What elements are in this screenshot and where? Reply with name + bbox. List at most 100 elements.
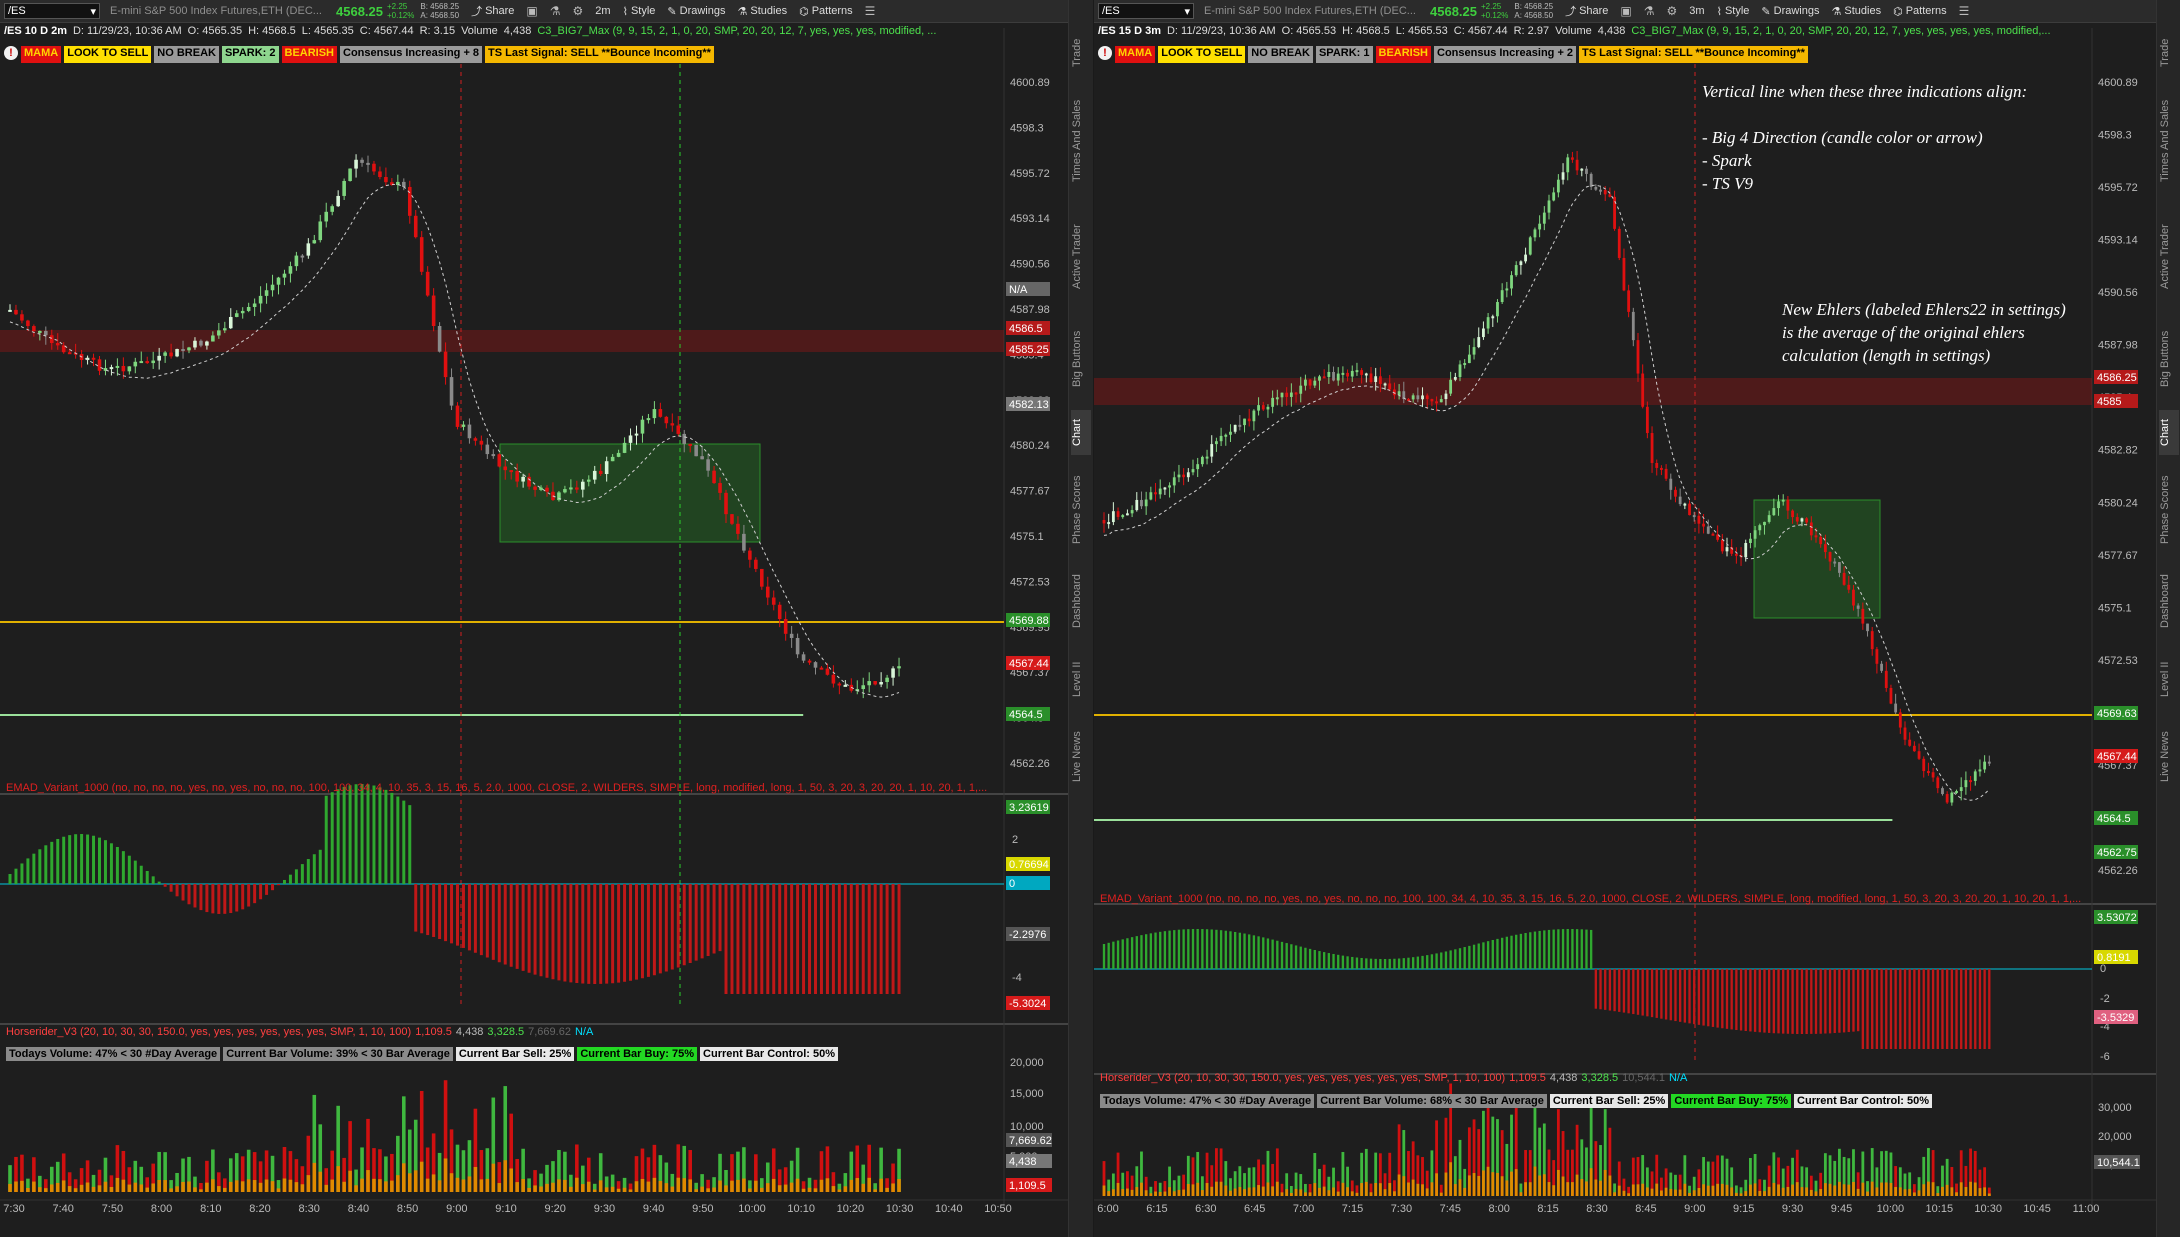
side-tab-level-ii[interactable]: Level II (2159, 646, 2179, 712)
candle-body (1688, 503, 1691, 516)
candle-body (199, 340, 203, 346)
volume-bar-base (1500, 1176, 1504, 1196)
volume-bar-base (1294, 1188, 1298, 1196)
volume-bar-base (1528, 1182, 1532, 1196)
price-tick-label: 4600.89 (1010, 77, 1050, 89)
bar-buy-label: Current Bar Buy: 75% (577, 1047, 698, 1061)
candle-body (1439, 399, 1443, 403)
candle-body (736, 523, 740, 534)
volume-bar-base (1439, 1192, 1443, 1196)
left-chart-pane[interactable]: /ES ▾ E-mini S&P 500 Index Futures,ETH (D… (0, 0, 1068, 1237)
candle-body (867, 681, 871, 686)
right-chart-pane[interactable]: /ES ▾ E-mini S&P 500 Index Futures,ETH (D… (1094, 0, 2156, 1237)
candle-body (1969, 780, 1972, 783)
candle-body (1304, 379, 1307, 386)
candle-body (479, 440, 484, 445)
emad-tag-label: 0 (1009, 878, 1015, 890)
side-tab-trade[interactable]: Trade (1071, 30, 1091, 75)
volume-bar-base (103, 1181, 108, 1192)
volume-bar-base (551, 1182, 555, 1192)
candle-body (1641, 373, 1645, 407)
volume-bar-base (1575, 1174, 1579, 1196)
side-tab-live-news[interactable]: Live News (1071, 720, 1091, 793)
volume-bar-base (1931, 1182, 1935, 1196)
volume-bar-base (712, 1187, 716, 1192)
candle-body (1669, 478, 1673, 490)
time-tick-label: 7:00 (1293, 1203, 1314, 1215)
volume-bar-base (1505, 1180, 1509, 1196)
candle-body (688, 443, 692, 446)
volume-bar-base (1978, 1188, 1982, 1196)
candle-body (109, 367, 114, 370)
emad-tag-label: 3.53072 (2097, 912, 2137, 924)
candle-body (38, 330, 42, 333)
side-tab-times-and-sales[interactable]: Times And Sales (1071, 83, 1091, 198)
candle-body (1186, 472, 1190, 478)
candle-body (258, 295, 263, 304)
volume-bar-base (1936, 1193, 1940, 1196)
candle-body (664, 416, 669, 424)
emad-tick-label: 0 (2100, 963, 2106, 975)
side-tab-big-buttons[interactable]: Big Buttons (2159, 315, 2179, 402)
volume-bar-base (55, 1182, 60, 1192)
side-tab-times-and-sales[interactable]: Times And Sales (2159, 83, 2179, 198)
side-tab-level-ii[interactable]: Level II (1071, 646, 1091, 712)
volume-bar-base (795, 1178, 800, 1192)
candle-body (1819, 536, 1823, 545)
time-tick-label: 10:30 (1974, 1203, 2002, 1215)
candle-body (55, 343, 60, 346)
candle-body (1556, 179, 1560, 193)
candle-body (1322, 376, 1326, 379)
volume-bar-base (8, 1183, 12, 1192)
side-tab-chart[interactable]: Chart (2159, 410, 2179, 455)
volume-bar-base (539, 1186, 543, 1192)
volume-bar-base (1275, 1181, 1279, 1196)
candle-body (646, 418, 651, 421)
side-tab-live-news[interactable]: Live News (2159, 720, 2179, 793)
volume-bar-base (1674, 1189, 1677, 1196)
volume-bar-base (1955, 1192, 1958, 1196)
side-tab-chart[interactable]: Chart (1071, 410, 1091, 455)
candle-body (223, 328, 227, 331)
price-tag-label: 4564.5 (2097, 813, 2131, 825)
volume-bar-base (1482, 1170, 1485, 1196)
candle-body (1294, 392, 1298, 395)
volume-bar-base (1383, 1189, 1387, 1196)
candle-body (1987, 761, 1991, 764)
volume-bar-base (1243, 1189, 1246, 1196)
side-tab-phase-scores[interactable]: Phase Scores (2159, 463, 2179, 557)
side-tab-phase-scores[interactable]: Phase Scores (1071, 463, 1091, 557)
candle-body (783, 619, 788, 634)
candle-body (1421, 395, 1424, 400)
candle-body (1645, 406, 1649, 434)
candle-body (425, 271, 430, 296)
candle-body (246, 306, 251, 311)
volume-bar-base (1959, 1182, 1963, 1196)
candle-body (777, 604, 782, 620)
side-tab-active-trader[interactable]: Active Trader (2159, 206, 2179, 307)
side-tab-big-buttons[interactable]: Big Buttons (1071, 315, 1091, 402)
price-tick-label: 4562.26 (1010, 758, 1050, 770)
candle-body (1777, 501, 1780, 509)
volume-bar-base (1987, 1193, 1991, 1196)
candle-body (1355, 370, 1359, 373)
volume-bar-base (1247, 1187, 1251, 1196)
candle-body (873, 681, 877, 685)
candle-body (1126, 513, 1129, 516)
volume-bar-base (44, 1188, 48, 1192)
side-tab-dashboard[interactable]: Dashboard (1071, 565, 1091, 638)
volume-bar-base (1627, 1193, 1631, 1196)
volume-bar-base (849, 1179, 854, 1192)
volume-tick-label: 10,000 (1010, 1121, 1044, 1133)
side-tab-trade[interactable]: Trade (2159, 30, 2179, 75)
time-tick-label: 10:45 (2023, 1203, 2051, 1215)
volume-bar-base (127, 1184, 132, 1192)
volume-bar-base (1838, 1181, 1841, 1196)
side-tab-dashboard[interactable]: Dashboard (2159, 565, 2179, 638)
volume-bar-base (1805, 1187, 1809, 1196)
volume-bar-base (724, 1185, 728, 1192)
side-tab-active-trader[interactable]: Active Trader (1071, 206, 1091, 307)
time-tick-label: 6:00 (1097, 1203, 1118, 1215)
volume-bar-base (1233, 1188, 1237, 1196)
candle-body (1336, 373, 1340, 381)
